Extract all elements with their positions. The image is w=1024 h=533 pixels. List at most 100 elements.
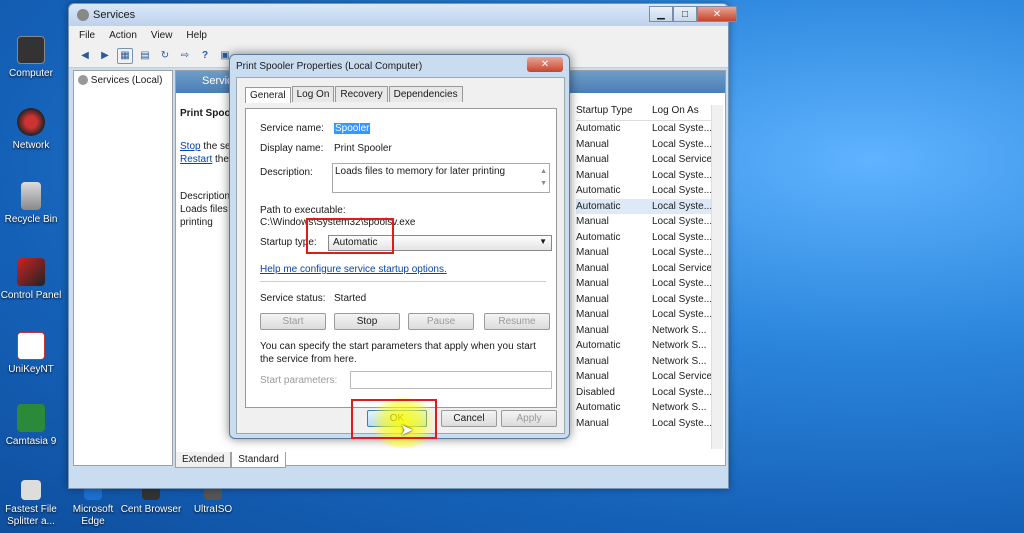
view-tabs: Extended Standard <box>175 452 286 468</box>
camtasia-icon <box>17 404 45 432</box>
table-row[interactable]: Manual Local Service <box>576 152 716 168</box>
table-row[interactable]: Manual Local Service <box>576 261 716 277</box>
scroll-arrows-icon[interactable]: ▲ ▼ <box>540 166 547 190</box>
table-row[interactable]: Automatic Local Syste... <box>576 230 716 246</box>
table-row[interactable]: Manual Local Syste... <box>576 276 716 292</box>
table-row[interactable]: Manual Local Syste... <box>576 292 716 308</box>
desktop-icon-computer[interactable]: Computer <box>0 36 62 80</box>
help-configure-link[interactable]: Help me configure service startup option… <box>260 264 447 275</box>
services-titlebar[interactable]: Services <box>69 4 728 26</box>
desktop-icon-network[interactable]: Network <box>0 108 62 152</box>
help-icon[interactable]: ? <box>197 48 213 64</box>
log-on-as-cell: Local Syste... <box>652 309 713 321</box>
menubar: File Action View Help <box>69 26 728 44</box>
desktop-icon-label: Computer <box>9 68 53 79</box>
menu-action[interactable]: Action <box>109 30 137 41</box>
desktop-icon-edge[interactable]: Microsoft Edge <box>62 486 124 527</box>
table-row[interactable]: Manual Network S... <box>576 354 716 370</box>
desktop-icon-label: UniKeyNT <box>8 364 54 375</box>
desktop-icon-unikeynt[interactable]: UniKeyNT <box>0 332 62 376</box>
dialog-titlebar[interactable]: Print Spooler Properties (Local Computer… <box>230 55 569 77</box>
table-row[interactable]: Automatic Local Syste... <box>576 198 716 214</box>
cancel-button[interactable]: Cancel <box>441 410 497 427</box>
close-button[interactable]: ✕ <box>697 6 737 22</box>
log-on-as-cell: Network S... <box>652 340 707 352</box>
startup-type-cell: Manual <box>576 355 609 367</box>
menu-help[interactable]: Help <box>186 30 207 41</box>
startup-type-cell: Manual <box>576 371 609 383</box>
tab-extended[interactable]: Extended <box>175 452 232 468</box>
log-on-as-cell: Network S... <box>652 355 707 367</box>
table-row[interactable]: Manual Local Syste... <box>576 137 716 153</box>
desktop-icon-camtasia[interactable]: Camtasia 9 <box>0 404 62 448</box>
desktop-icon-recycle-bin[interactable]: Recycle Bin <box>0 182 62 226</box>
startup-type-cell: Manual <box>576 262 609 274</box>
tab-standard[interactable]: Standard <box>231 452 286 468</box>
table-row[interactable]: Manual Local Syste... <box>576 416 716 432</box>
log-on-as-cell: Network S... <box>652 324 707 336</box>
forward-arrow-icon[interactable]: ▶ <box>97 48 113 64</box>
startup-type-cell: Manual <box>576 278 609 290</box>
network-icon <box>17 108 45 136</box>
table-row[interactable]: Manual Local Syste... <box>576 245 716 261</box>
console-tree-icon[interactable]: ▦ <box>117 47 133 64</box>
table-row[interactable]: Manual Local Syste... <box>576 214 716 230</box>
table-row[interactable]: Manual Local Syste... <box>576 168 716 184</box>
desktop-icon-control-panel[interactable]: Control Panel <box>0 258 62 302</box>
export-icon[interactable]: ⇨ <box>177 48 193 64</box>
pause-button[interactable]: Pause <box>408 313 474 330</box>
log-on-as-cell: Local Syste... <box>652 386 713 398</box>
table-row[interactable]: Automatic Network S... <box>576 400 716 416</box>
log-on-as-cell: Local Syste... <box>652 293 713 305</box>
list-icon[interactable]: ▤ <box>137 48 153 64</box>
table-row[interactable]: Manual Network S... <box>576 323 716 339</box>
restart-link-rest: the <box>212 154 229 165</box>
description-box[interactable]: Loads files to memory for later printing… <box>332 163 550 193</box>
log-on-as-cell: Network S... <box>652 402 707 414</box>
refresh-icon[interactable]: ↻ <box>157 48 173 64</box>
table-body: Automatic Local Syste... Manual Local Syste… <box>576 121 716 431</box>
desktop-icon-label: Microsoft Edge <box>72 504 114 527</box>
vertical-scrollbar[interactable] <box>711 105 723 449</box>
start-params-input[interactable] <box>350 371 552 389</box>
restart-service-link[interactable]: Restart <box>180 154 212 165</box>
minimize-button[interactable]: ▁ <box>649 6 673 22</box>
tab-recovery[interactable]: Recovery <box>335 86 388 102</box>
service-name-value[interactable]: Spooler <box>334 123 371 134</box>
menu-file[interactable]: File <box>79 30 95 41</box>
tab-log-on[interactable]: Log On <box>291 86 335 102</box>
tab-dependencies[interactable]: Dependencies <box>388 86 463 102</box>
startup-type-cell: Automatic <box>576 200 621 212</box>
table-row[interactable]: Disabled Local Syste... <box>576 385 716 401</box>
maximize-button[interactable]: □ <box>673 6 697 22</box>
tab-general[interactable]: General <box>245 87 291 103</box>
start-button[interactable]: Start <box>260 313 326 330</box>
table-row[interactable]: Automatic Local Syste... <box>576 183 716 199</box>
stop-service-link[interactable]: Stop <box>180 141 201 152</box>
window-title: Services <box>93 9 136 21</box>
dialog-close-button[interactable]: ✕ <box>527 57 563 72</box>
display-name-value[interactable]: Print Spooler <box>334 143 392 154</box>
startup-type-cell: Manual <box>576 169 609 181</box>
menu-view[interactable]: View <box>151 30 173 41</box>
column-startup-type[interactable]: Startup Type <box>576 105 652 120</box>
table-row[interactable]: Automatic Network S... <box>576 338 716 354</box>
path-label: Path to executable: <box>260 205 346 216</box>
table-row[interactable]: Manual Local Syste... <box>576 307 716 323</box>
description-text: Loads files t <box>180 204 234 215</box>
dialog-tabs: General Log On Recovery Dependencies <box>237 78 564 103</box>
log-on-as-cell: Local Syste... <box>652 231 713 243</box>
desktop-icon-file-splitter[interactable]: Fastest File Splitter a... <box>0 480 62 527</box>
tree-item-services-local[interactable]: Services (Local) <box>78 75 168 86</box>
desktop-icon-cent-browser[interactable]: Cent Browser <box>120 486 182 516</box>
table-row[interactable]: Manual Local Service <box>576 369 716 385</box>
desktop-icon-label: Fastest File Splitter a... <box>5 504 57 527</box>
column-log-on-as[interactable]: Log On As <box>652 105 699 120</box>
resume-button[interactable]: Resume <box>484 313 550 330</box>
desktop-icon-ultraiso[interactable]: UltraISO <box>182 486 244 516</box>
startup-type-cell: Manual <box>576 324 609 336</box>
apply-button[interactable]: Apply <box>501 410 557 427</box>
stop-button[interactable]: Stop <box>334 313 400 330</box>
table-row[interactable]: Automatic Local Syste... <box>576 121 716 137</box>
back-arrow-icon[interactable]: ◀ <box>77 48 93 64</box>
